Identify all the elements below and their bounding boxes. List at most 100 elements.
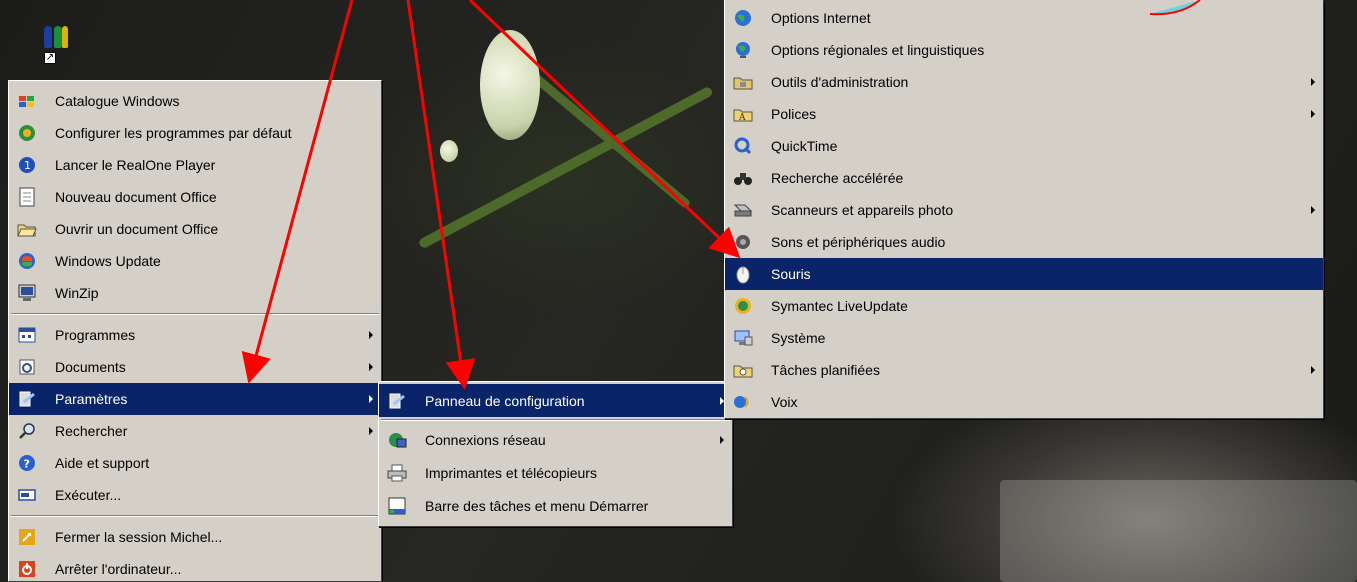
- speech-icon: [733, 392, 753, 412]
- start-menu: Catalogue Windows Configurer les program…: [8, 80, 382, 582]
- printer-icon: [387, 463, 407, 483]
- start-menu-top-section: Catalogue Windows Configurer les program…: [9, 85, 381, 309]
- orchid-bud: [440, 140, 458, 162]
- control-panel-icon: [387, 391, 407, 411]
- menu-item-executer[interactable]: Exécuter...: [9, 479, 381, 511]
- admin-tools-icon: [733, 72, 753, 92]
- start-menu-mid-section: Programmes Documents Paramètres Recherch…: [9, 319, 381, 511]
- menu-item-label: Système: [771, 330, 826, 346]
- menu-item-new-office-document[interactable]: Nouveau document Office: [9, 181, 381, 213]
- submenu-arrow-icon: [1311, 110, 1315, 118]
- menu-item-label: Symantec LiveUpdate: [771, 298, 908, 314]
- menu-item-souris[interactable]: Souris: [725, 258, 1323, 290]
- menu-item-label: Recherche accélérée: [771, 170, 904, 186]
- winzip-icon: [17, 283, 37, 303]
- menu-item-symantec-liveupdate[interactable]: Symantec LiveUpdate: [725, 290, 1323, 322]
- menu-item-open-office-document[interactable]: Ouvrir un document Office: [9, 213, 381, 245]
- menu-item-imprimantes[interactable]: Imprimantes et télécopieurs: [379, 456, 732, 489]
- menu-item-label: Programmes: [55, 327, 136, 343]
- menu-item-label: Exécuter...: [55, 487, 122, 503]
- menu-item-label: Windows Update: [55, 253, 161, 269]
- submenu-arrow-icon: [369, 395, 373, 403]
- menu-item-label: Ouvrir un document Office: [55, 221, 219, 237]
- menu-item-quicktime[interactable]: QuickTime: [725, 130, 1323, 162]
- menu-item-connexions-reseau[interactable]: Connexions réseau: [379, 423, 732, 456]
- menu-item-label: Lancer le RealOne Player: [55, 157, 216, 173]
- new-document-icon: [17, 187, 37, 207]
- menu-item-label: Sons et périphériques audio: [771, 234, 946, 250]
- menu-item-arreter-ordinateur[interactable]: Arrêter l'ordinateur...: [9, 553, 381, 582]
- menu-item-outils-administration[interactable]: Outils d'administration: [725, 66, 1323, 98]
- open-folder-icon: [17, 219, 37, 239]
- menu-item-panneau-de-configuration[interactable]: Panneau de configuration: [379, 384, 732, 417]
- submenu-arrow-icon: [1311, 206, 1315, 214]
- menu-separator: [11, 515, 379, 517]
- menu-item-barre-des-taches[interactable]: Barre des tâches et menu Démarrer: [379, 489, 732, 522]
- menu-item-polices[interactable]: A Polices: [725, 98, 1323, 130]
- menu-item-parametres[interactable]: Paramètres: [9, 383, 381, 415]
- start-menu-bottom-section: Fermer la session Michel... Arrêter l'or…: [9, 521, 381, 582]
- menu-item-windows-update[interactable]: Windows Update: [9, 245, 381, 277]
- menu-item-label: Documents: [55, 359, 126, 375]
- menu-item-label: Configurer les programmes par défaut: [55, 125, 292, 141]
- person-figure: [62, 26, 68, 48]
- run-icon: [17, 485, 37, 505]
- globe-icon: [733, 8, 753, 28]
- menu-item-scanneurs[interactable]: Scanneurs et appareils photo: [725, 194, 1323, 226]
- menu-item-options-regionales[interactable]: Options régionales et linguistiques: [725, 34, 1323, 66]
- menu-item-catalogue-windows[interactable]: Catalogue Windows: [9, 85, 381, 117]
- menu-item-label: Aide et support: [55, 455, 150, 471]
- taskbar-icon: [387, 496, 407, 516]
- person-figure: [54, 26, 62, 48]
- menu-item-aide-et-support[interactable]: ? Aide et support: [9, 447, 381, 479]
- menu-item-label: Voix: [771, 394, 798, 410]
- scheduled-tasks-icon: [733, 360, 753, 380]
- mouse-icon: [733, 264, 753, 284]
- menu-separator: [11, 313, 379, 315]
- menu-item-taches-planifiees[interactable]: Tâches planifiées: [725, 354, 1323, 386]
- menu-item-sons-audio[interactable]: Sons et périphériques audio: [725, 226, 1323, 258]
- menu-item-options-internet[interactable]: Options Internet: [725, 2, 1323, 34]
- menu-item-label: WinZip: [55, 285, 99, 301]
- default-programs-icon: [17, 123, 37, 143]
- menu-item-fermer-session[interactable]: Fermer la session Michel...: [9, 521, 381, 553]
- menu-item-default-programs[interactable]: Configurer les programmes par défaut: [9, 117, 381, 149]
- shutdown-icon: [17, 559, 37, 579]
- menu-separator: [381, 419, 730, 421]
- submenu-arrow-icon: [720, 435, 724, 444]
- help-icon: ?: [17, 453, 37, 473]
- globe-regional-icon: [733, 40, 753, 60]
- menu-item-label: Souris: [771, 266, 811, 282]
- network-icon: [387, 430, 407, 450]
- submenu-arrow-icon: [1311, 366, 1315, 374]
- orchid-stem: [417, 85, 714, 250]
- control-panel-submenu: Options Internet Options régionales et l…: [724, 0, 1324, 419]
- person-figure: [44, 26, 52, 48]
- menu-item-programmes[interactable]: Programmes: [9, 319, 381, 351]
- desktop-shortcut-users-icon[interactable]: ↗: [40, 22, 70, 66]
- menu-item-voix[interactable]: Voix: [725, 386, 1323, 418]
- binoculars-icon: [733, 168, 753, 188]
- menu-item-winzip[interactable]: WinZip: [9, 277, 381, 309]
- shortcut-arrow-icon: ↗: [44, 52, 56, 64]
- documents-icon: [17, 357, 37, 377]
- menu-item-label: Nouveau document Office: [55, 189, 217, 205]
- submenu-arrow-icon: [369, 427, 373, 435]
- submenu-arrow-icon: [369, 363, 373, 371]
- svg-text:1: 1: [24, 159, 31, 172]
- menu-item-systeme[interactable]: Système: [725, 322, 1323, 354]
- menu-item-recherche-acceleree[interactable]: Recherche accélérée: [725, 162, 1323, 194]
- settings-icon: [17, 389, 37, 409]
- windows-update-icon: [17, 251, 37, 271]
- realone-icon: 1: [17, 155, 37, 175]
- menu-item-realone-player[interactable]: 1 Lancer le RealOne Player: [9, 149, 381, 181]
- menu-item-label: Barre des tâches et menu Démarrer: [425, 497, 649, 514]
- fonts-folder-icon: A: [733, 104, 753, 124]
- menu-item-rechercher[interactable]: Rechercher: [9, 415, 381, 447]
- orchid-stem: [517, 61, 692, 210]
- menu-item-label: Fermer la session Michel...: [55, 529, 223, 545]
- menu-item-documents[interactable]: Documents: [9, 351, 381, 383]
- system-icon: [733, 328, 753, 348]
- settings-submenu: Panneau de configuration Connexions rése…: [378, 381, 733, 527]
- programs-icon: [17, 325, 37, 345]
